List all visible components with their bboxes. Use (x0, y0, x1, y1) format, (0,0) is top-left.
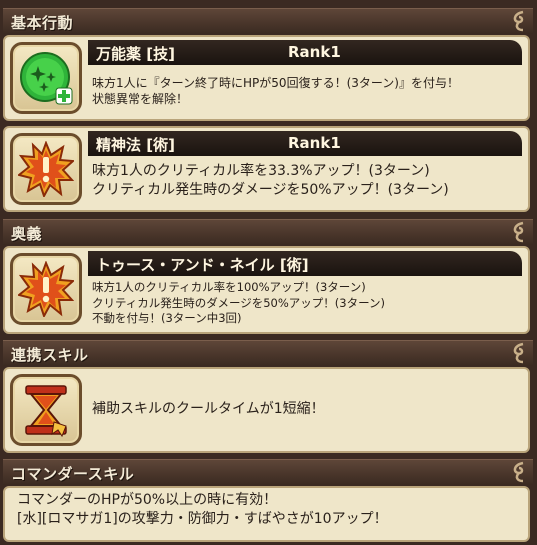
hourglass-icon (25, 385, 67, 438)
skill-description-line: 味方1人に『ターン終了時にHPが50回復する！(3ターン)』を付与！ (92, 76, 459, 90)
critical-burst-icon (18, 141, 74, 197)
skill-icon-frame (10, 42, 82, 114)
skill-card-tooth-and-nail[interactable]: トゥース・アンド・ネイル [術] 味方1人のクリティカル率を100%アップ！(3… (3, 246, 530, 334)
skill-description-line: 味方1人のクリティカル率を100%アップ！(3ターン) (92, 280, 366, 294)
ornament-curl-icon (513, 461, 524, 483)
skill-name: 万能薬 [技] (96, 45, 175, 63)
section-header-ougi: 奥義 (3, 219, 533, 245)
skill-description: 味方1人のクリティカル率を100%アップ！(3ターン) クリティカル発生時のダメ… (92, 280, 385, 327)
skill-name-bar: 万能薬 [技] Rank1 (88, 40, 522, 65)
skill-name: 精神法 [術] (96, 136, 175, 154)
skill-description: 味方1人のクリティカル率を33.3%アップ！(3ターン) クリティカル発生時のダ… (92, 162, 449, 200)
section-header-commander: コマンダースキル (3, 459, 533, 485)
skill-description: 味方1人に『ターン終了時にHPが50回復する！(3ターン)』を付与！ 状態異常を… (92, 75, 459, 107)
skill-description-line: 不動を付与！(3ターン中3回) (92, 311, 242, 326)
skill-description-line: 味方1人のクリティカル率を33.3%アップ！(3ターン) (92, 163, 430, 179)
renkei-skill-text: 補助スキルのクールタイムが1短縮！ (92, 401, 325, 417)
skill-name-bar: 精神法 [術] Rank1 (88, 131, 522, 156)
commander-skill-line: コマンダーのHPが50%以上の時に有効！ (17, 492, 278, 508)
commander-skill-card[interactable]: コマンダーのHPが50%以上の時に有効！ [水][ロマサガ1]の攻撃力・防御力・… (3, 486, 530, 542)
skill-description-line: クリティカル発生時のダメージを50%アップ！(3ターン) (92, 295, 386, 310)
ornament-curl-icon (513, 10, 524, 32)
commander-skill-line: [水][ロマサガ1]の攻撃力・防御力・すばやさが10アップ！ (17, 510, 388, 527)
skill-icon-frame (10, 374, 82, 446)
skill-rank: Rank1 (288, 134, 341, 152)
ornament-curl-icon (513, 221, 524, 243)
skill-description-line: 状態異常を解除！ (92, 92, 189, 107)
skill-description: コマンダーのHPが50%以上の時に有効！ [水][ロマサガ1]の攻撃力・防御力・… (17, 491, 388, 529)
skill-rank: Rank1 (288, 43, 341, 61)
skill-card-bannouyaku[interactable]: 万能薬 [技] Rank1 味方1人に『ターン終了時にHPが50回復する！(3タ… (3, 35, 530, 121)
skill-description: 補助スキルのクールタイムが1短縮！ (92, 400, 325, 419)
green-sparkle-heal-icon (20, 52, 73, 105)
renkei-skill-card[interactable]: 補助スキルのクールタイムが1短縮！ (3, 367, 530, 453)
skill-icon-frame (10, 253, 82, 325)
section-header-basic: 基本行動 (3, 8, 533, 34)
skill-card-seishinhou[interactable]: 精神法 [術] Rank1 味方1人のクリティカル率を33.3%アップ！(3ター… (3, 126, 530, 212)
ornament-curl-icon (513, 342, 524, 364)
skill-name: トゥース・アンド・ネイル [術] (96, 256, 309, 274)
section-title: 基本行動 (11, 14, 74, 32)
section-title: 連携スキル (11, 346, 89, 364)
skill-description-line: クリティカル発生時のダメージを50%アップ！(3ターン) (92, 181, 449, 198)
skill-icon-frame (10, 133, 82, 205)
critical-burst-icon (18, 261, 74, 317)
section-title: 奥義 (11, 225, 43, 243)
section-title: コマンダースキル (11, 465, 135, 483)
section-header-renkei: 連携スキル (3, 340, 533, 366)
skill-name-bar: トゥース・アンド・ネイル [術] (88, 251, 522, 276)
